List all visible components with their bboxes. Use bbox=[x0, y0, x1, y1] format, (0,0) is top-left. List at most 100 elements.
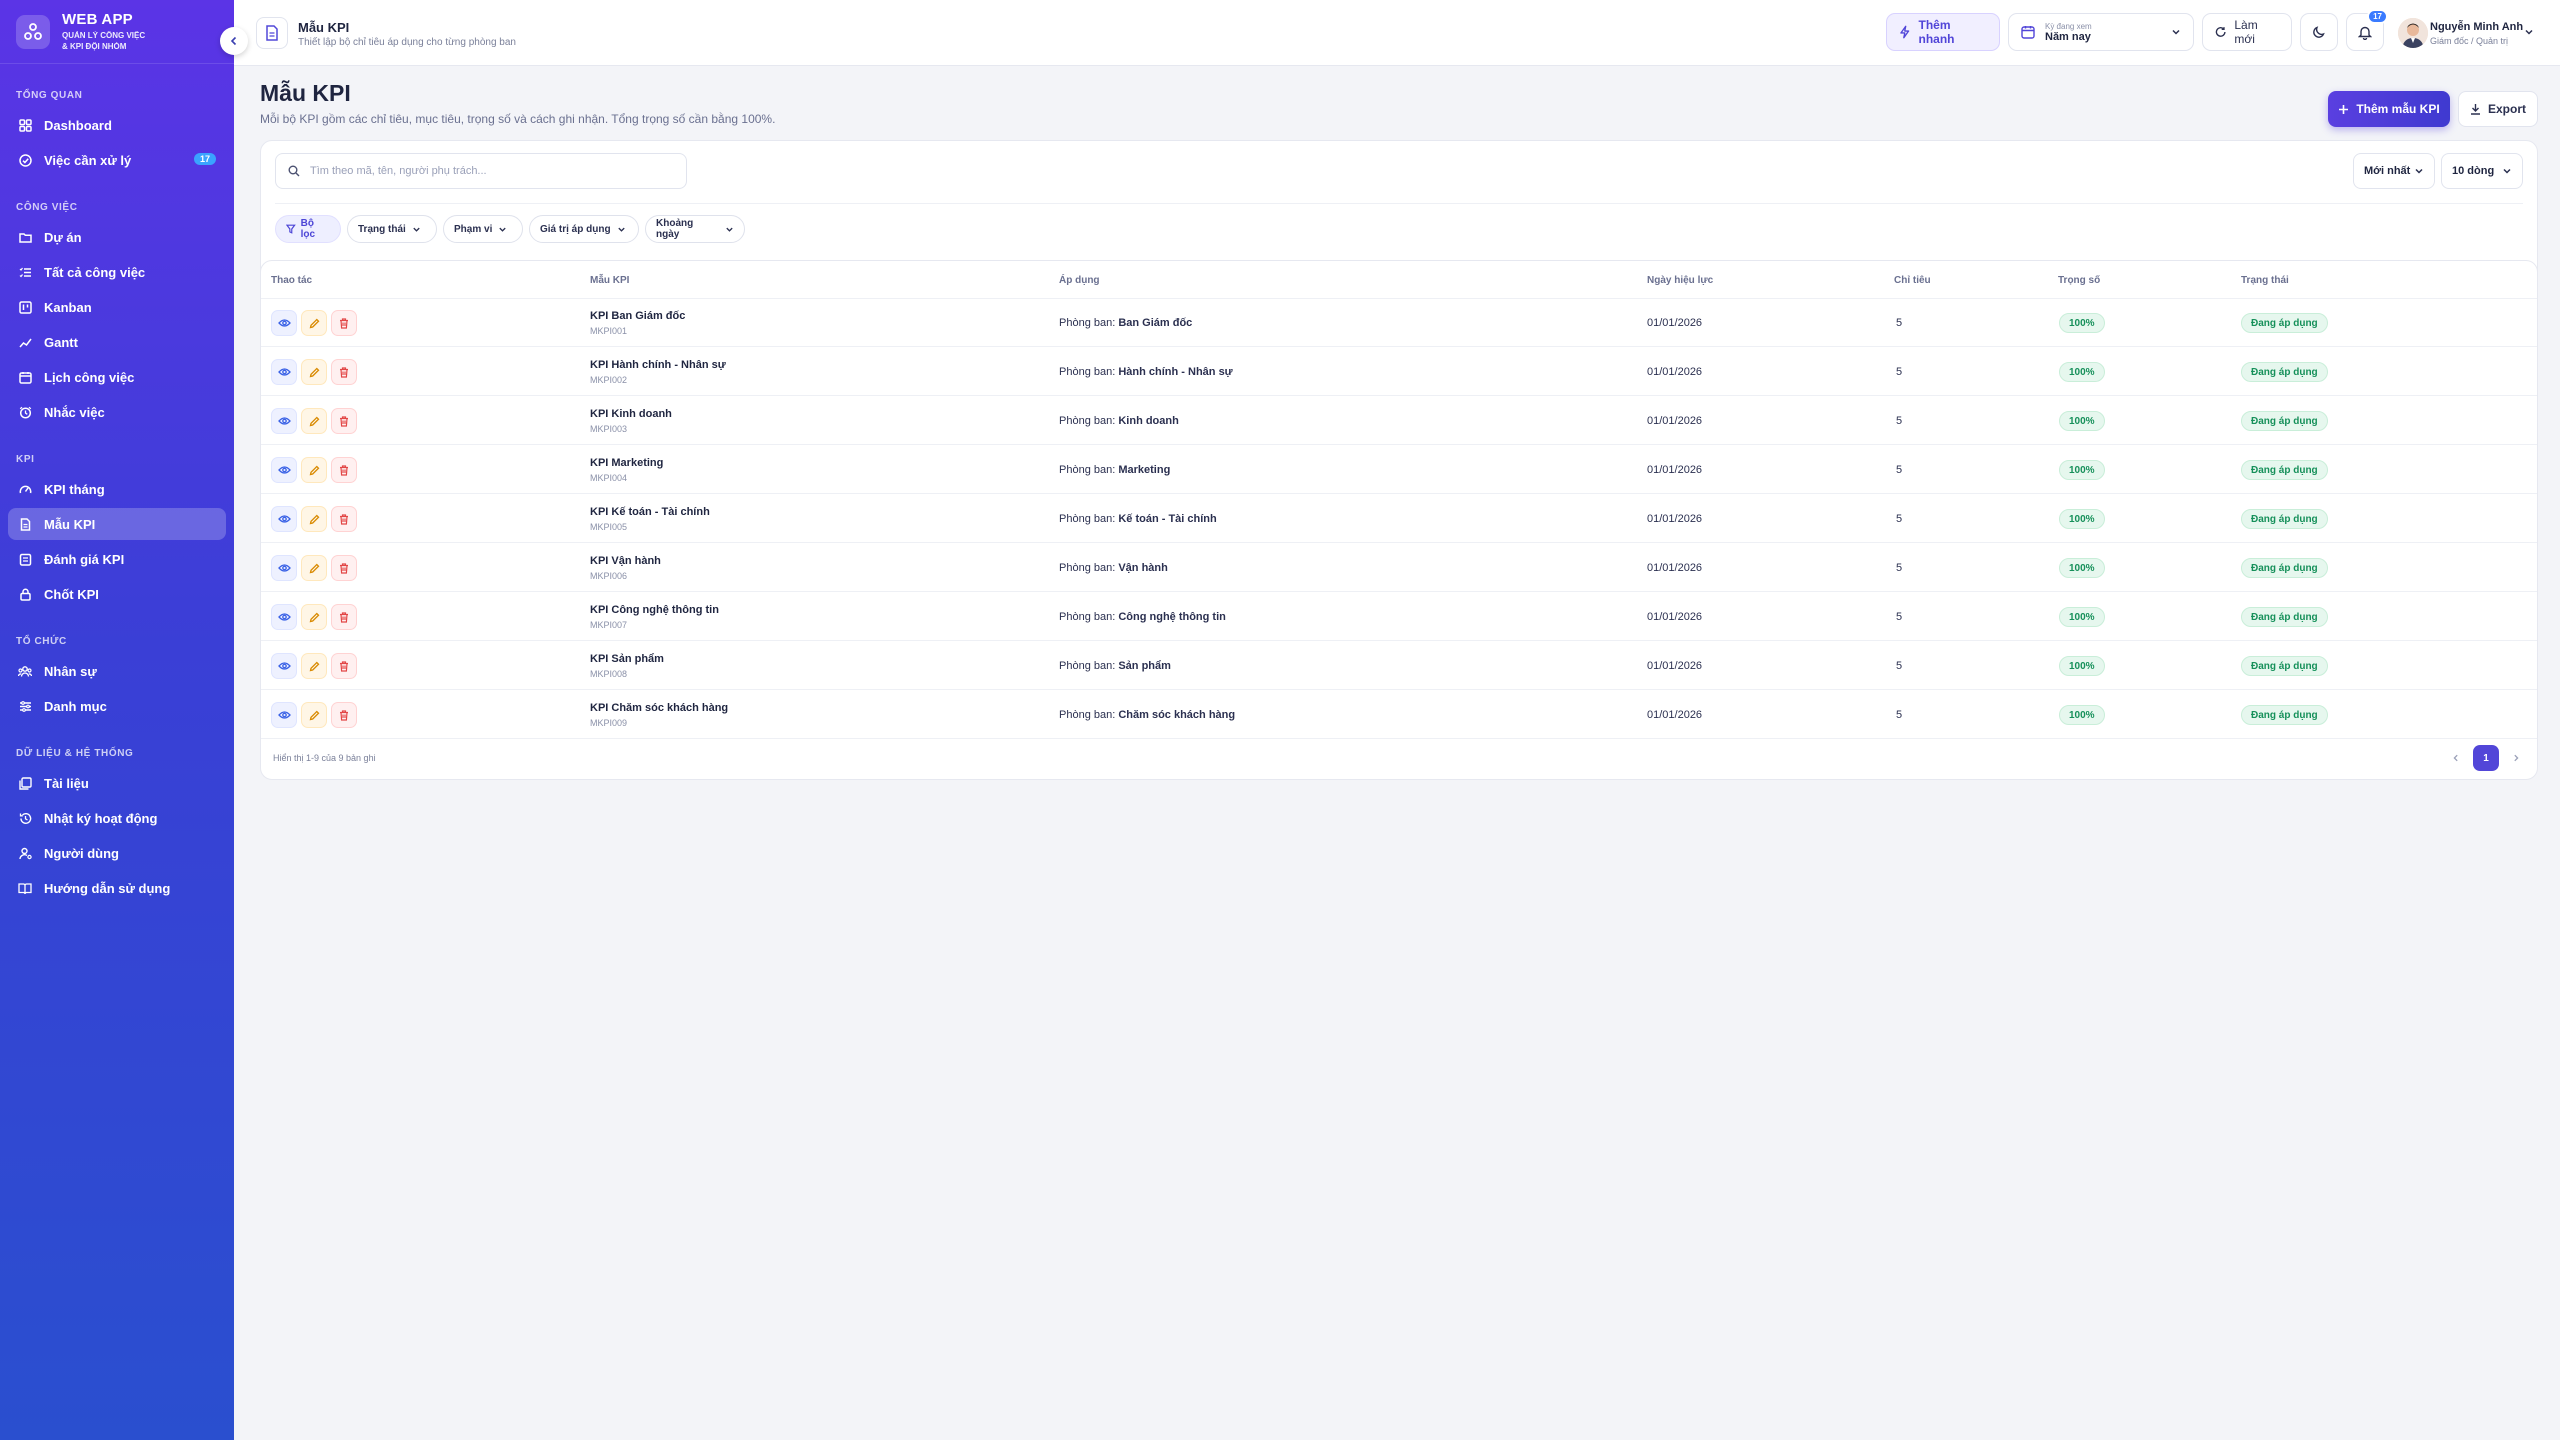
notifications-button[interactable]: 17 bbox=[2346, 9, 2388, 51]
delete-button[interactable] bbox=[331, 457, 357, 483]
template-name[interactable]: KPI Vận hành bbox=[590, 555, 661, 567]
edit-button[interactable] bbox=[301, 653, 327, 679]
template-name[interactable]: KPI Kinh doanh bbox=[590, 408, 672, 420]
view-button[interactable] bbox=[271, 702, 297, 728]
edit-button[interactable] bbox=[301, 506, 327, 532]
add-kpi-template-button[interactable]: Thêm mẫu KPI bbox=[2328, 91, 2450, 127]
scope-filter-chip[interactable]: Phạm vi bbox=[443, 215, 523, 243]
plus-icon bbox=[2339, 104, 2349, 114]
sidebar-item-kpi-review[interactable]: Đánh giá KPI bbox=[8, 543, 226, 575]
sidebar-item-kpi-close[interactable]: Chốt KPI bbox=[8, 578, 226, 610]
period-select[interactable]: Kỳ đang xem Năm nay bbox=[2008, 13, 2194, 51]
sidebar-item-schedule[interactable]: Lịch công việc bbox=[8, 361, 226, 393]
collapse-sidebar-button[interactable] bbox=[220, 27, 248, 55]
refresh-button[interactable]: Làm mới bbox=[2202, 13, 2292, 51]
table-row[interactable]: KPI Công nghệ thông tin MKPI007 Phòng ba… bbox=[261, 593, 2537, 641]
view-button[interactable] bbox=[271, 506, 297, 532]
eye-icon bbox=[277, 564, 291, 572]
apply-prefix: Phòng ban: bbox=[1059, 660, 1119, 672]
filter-chip[interactable]: Bộ lọc bbox=[275, 215, 341, 243]
header-targets[interactable]: Chỉ tiêu bbox=[1894, 275, 1931, 286]
table-row[interactable]: KPI Ban Giám đốc MKPI001 Phòng ban: Ban … bbox=[261, 299, 2537, 347]
view-button[interactable] bbox=[271, 408, 297, 434]
sidebar-item-reminders[interactable]: Nhắc việc bbox=[8, 396, 226, 428]
sidebar-item-all-tasks[interactable]: Tất cả công việc bbox=[8, 256, 226, 288]
edit-button[interactable] bbox=[301, 408, 327, 434]
user-menu-chevron-icon[interactable] bbox=[2524, 24, 2534, 42]
table-row[interactable]: KPI Chăm sóc khách hàng MKPI009 Phòng ba… bbox=[261, 691, 2537, 739]
brand-subtitle-1: QUẢN LÝ CÔNG VIỆC bbox=[62, 31, 146, 40]
delete-button[interactable] bbox=[331, 408, 357, 434]
delete-button[interactable] bbox=[331, 555, 357, 581]
edit-button[interactable] bbox=[301, 604, 327, 630]
prev-page-button[interactable] bbox=[2443, 745, 2469, 771]
eye-icon bbox=[277, 711, 291, 719]
brand[interactable]: WEB APP QUẢN LÝ CÔNG VIỆC & KPI ĐỘI NHÓM bbox=[0, 0, 234, 64]
table-row[interactable]: KPI Kinh doanh MKPI003 Phòng ban: Kinh d… bbox=[261, 397, 2537, 445]
dark-mode-toggle[interactable] bbox=[2300, 13, 2338, 51]
edit-button[interactable] bbox=[301, 702, 327, 728]
sort-select[interactable]: Mới nhất bbox=[2353, 153, 2435, 189]
sidebar-item-guide[interactable]: Hướng dẫn sử dụng bbox=[8, 872, 226, 904]
sidebar-item-projects[interactable]: Dự án bbox=[8, 221, 226, 253]
table-row[interactable]: KPI Sản phẩm MKPI008 Phòng ban: Sản phẩm… bbox=[261, 642, 2537, 690]
delete-button[interactable] bbox=[331, 653, 357, 679]
chevron-down-icon bbox=[413, 227, 420, 232]
sidebar-item-kanban[interactable]: Kanban bbox=[8, 291, 226, 323]
table-row[interactable]: KPI Kế toán - Tài chính MKPI005 Phòng ba… bbox=[261, 495, 2537, 543]
date-range-filter-chip[interactable]: Khoảng ngày bbox=[645, 215, 745, 243]
view-button[interactable] bbox=[271, 653, 297, 679]
sidebar-item-staff[interactable]: Nhân sự bbox=[8, 655, 226, 687]
table-row[interactable]: KPI Vận hành MKPI006 Phòng ban: Vận hành… bbox=[261, 544, 2537, 592]
template-name[interactable]: KPI Hành chính - Nhân sự bbox=[590, 359, 726, 371]
template-name[interactable]: KPI Chăm sóc khách hàng bbox=[590, 702, 728, 714]
status-filter-chip[interactable]: Trạng thái bbox=[347, 215, 437, 243]
header-effective-date[interactable]: Ngày hiệu lực bbox=[1647, 275, 1713, 286]
topbar: Mẫu KPI Thiết lập bộ chỉ tiêu áp dụng ch… bbox=[234, 0, 2560, 66]
sidebar-item-kpi-template[interactable]: Mẫu KPI bbox=[8, 508, 226, 540]
view-button[interactable] bbox=[271, 457, 297, 483]
view-button[interactable] bbox=[271, 310, 297, 336]
delete-button[interactable] bbox=[331, 359, 357, 385]
table-row[interactable]: KPI Marketing MKPI004 Phòng ban: Marketi… bbox=[261, 446, 2537, 494]
header-template[interactable]: Mẫu KPI bbox=[590, 275, 629, 286]
next-page-button[interactable] bbox=[2503, 745, 2529, 771]
sidebar-item-kpi-month[interactable]: KPI tháng bbox=[8, 473, 226, 505]
edit-button[interactable] bbox=[301, 555, 327, 581]
edit-button[interactable] bbox=[301, 310, 327, 336]
sidebar-item-users[interactable]: Người dùng bbox=[8, 837, 226, 869]
delete-button[interactable] bbox=[331, 310, 357, 336]
target-count: 5 bbox=[1896, 562, 1903, 574]
header-status[interactable]: Trạng thái bbox=[2241, 275, 2289, 286]
sidebar-item-activity-log[interactable]: Nhật ký hoạt động bbox=[8, 802, 226, 834]
sidebar-item-catalog[interactable]: Danh mục bbox=[8, 690, 226, 722]
view-button[interactable] bbox=[271, 604, 297, 630]
value-filter-chip[interactable]: Giá trị áp dụng bbox=[529, 215, 639, 243]
header-weight[interactable]: Trọng số bbox=[2058, 275, 2100, 286]
view-button[interactable] bbox=[271, 555, 297, 581]
delete-button[interactable] bbox=[331, 604, 357, 630]
template-name[interactable]: KPI Marketing bbox=[590, 457, 663, 469]
page-1-button[interactable]: 1 bbox=[2473, 745, 2499, 771]
sidebar-item-documents[interactable]: Tài liệu bbox=[8, 767, 226, 799]
sidebar-item-gantt[interactable]: Gantt bbox=[8, 326, 226, 358]
sidebar-item-dashboard[interactable]: Dashboard bbox=[8, 109, 226, 141]
view-button[interactable] bbox=[271, 359, 297, 385]
edit-button[interactable] bbox=[301, 457, 327, 483]
quick-add-button[interactable]: Thêm nhanh bbox=[1886, 13, 2000, 51]
table-row[interactable]: KPI Hành chính - Nhân sự MKPI002 Phòng b… bbox=[261, 348, 2537, 396]
sidebar-item-todo[interactable]: Việc cần xử lý 17 bbox=[8, 144, 226, 176]
template-name[interactable]: KPI Ban Giám đốc bbox=[590, 310, 685, 322]
edit-button[interactable] bbox=[301, 359, 327, 385]
header-apply[interactable]: Áp dụng bbox=[1059, 275, 1100, 286]
avatar[interactable] bbox=[2398, 18, 2428, 48]
search-input[interactable] bbox=[310, 165, 670, 177]
template-name[interactable]: KPI Sản phẩm bbox=[590, 653, 664, 665]
delete-button[interactable] bbox=[331, 702, 357, 728]
delete-button[interactable] bbox=[331, 506, 357, 532]
template-name[interactable]: KPI Kế toán - Tài chính bbox=[590, 506, 710, 518]
search-box[interactable] bbox=[275, 153, 687, 189]
template-name[interactable]: KPI Công nghệ thông tin bbox=[590, 604, 719, 616]
export-button[interactable]: Export bbox=[2458, 91, 2538, 127]
rows-per-page-select[interactable]: 10 dòng bbox=[2441, 153, 2523, 189]
